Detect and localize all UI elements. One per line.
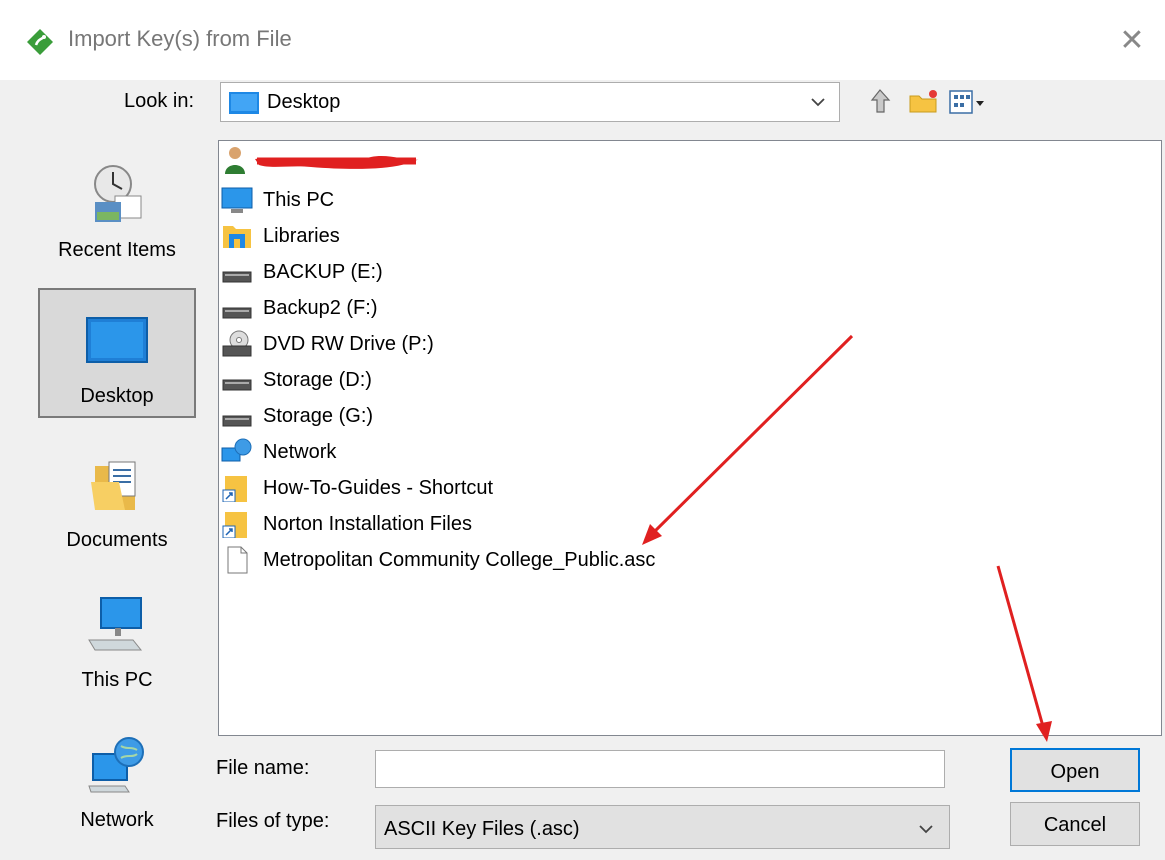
place-network[interactable]: Network: [38, 710, 196, 840]
place-documents[interactable]: Documents: [38, 430, 196, 560]
view-menu-icon[interactable]: [946, 84, 988, 120]
drive-icon: [222, 379, 252, 391]
list-item[interactable]: BACKUP (E:): [221, 255, 521, 289]
list-item-name: Metropolitan Community College_Public.as…: [263, 549, 656, 571]
place-label: This PC: [81, 669, 153, 691]
chevron-down-icon: [811, 98, 825, 107]
window-title: Import Key(s) from File: [68, 26, 292, 51]
list-item-name: This PC: [263, 189, 335, 211]
list-item-name: Storage (D:): [263, 369, 372, 391]
place-label: Recent Items: [58, 239, 176, 261]
recent-items-icon: [94, 165, 142, 222]
place-label: Documents: [66, 529, 168, 551]
list-item[interactable]: This PC: [221, 183, 521, 217]
file-name-label: File name:: [216, 757, 310, 779]
close-button[interactable]: ✕: [1113, 22, 1151, 60]
folder-shortcut-icon: [222, 512, 247, 538]
desktop-small-icon: [229, 92, 259, 114]
place-desktop[interactable]: Desktop: [38, 288, 196, 418]
list-item-name: How-To-Guides - Shortcut: [263, 477, 494, 499]
monitor-icon: [221, 187, 253, 213]
import-key-dialog: Import Key(s) from File ✕ Look in: Deskt…: [0, 0, 1165, 860]
libraries-icon: [223, 226, 251, 248]
list-item[interactable]: DVD RW Drive (P:): [221, 327, 521, 361]
this-pc-icon: [88, 597, 143, 651]
cancel-button[interactable]: Cancel: [1010, 802, 1140, 846]
list-item[interactable]: Backup2 (F:): [221, 291, 521, 325]
drive-icon: [222, 307, 252, 319]
list-item[interactable]: Metropolitan Community College_Public.as…: [221, 543, 781, 577]
place-label: Network: [80, 809, 154, 831]
dvd-drive-icon: [222, 330, 252, 357]
list-item-name: Storage (G:): [263, 405, 374, 427]
place-label: Desktop: [80, 385, 154, 407]
look-in-combobox[interactable]: Desktop: [220, 82, 840, 122]
file-name-input[interactable]: [375, 750, 945, 788]
list-item[interactable]: Libraries: [221, 219, 521, 253]
place-recent-items[interactable]: Recent Items: [38, 140, 196, 270]
files-of-type-combobox[interactable]: ASCII Key Files (.asc): [375, 805, 950, 849]
list-item-name: BACKUP (E:): [263, 261, 383, 283]
places-bar: Recent Items Desktop Documents This PC N…: [24, 140, 210, 845]
list-item[interactable]: Norton Installation Files: [221, 507, 621, 541]
new-folder-icon[interactable]: [906, 84, 942, 120]
look-in-value: Desktop: [267, 91, 341, 113]
network-icon: [88, 737, 144, 793]
drive-icon: [222, 415, 252, 427]
list-item[interactable]: Network: [221, 435, 521, 469]
list-item[interactable]: How-To-Guides - Shortcut: [221, 471, 621, 505]
app-icon: [27, 29, 53, 55]
redaction-mark: [255, 156, 419, 169]
look-in-label: Look in:: [124, 90, 195, 112]
list-item-name: Libraries: [263, 225, 340, 247]
files-of-type-label: Files of type:: [216, 810, 330, 832]
list-item[interactable]: [221, 143, 521, 177]
documents-icon: [91, 461, 136, 510]
list-item-name: Network: [263, 441, 337, 463]
folder-shortcut-icon: [222, 476, 247, 502]
up-one-level-icon[interactable]: [862, 84, 898, 120]
list-item[interactable]: Storage (D:): [221, 363, 521, 397]
file-list[interactable]: This PC Libraries BACKUP (E:) Backup2 (F…: [218, 140, 1162, 736]
list-item-name: Backup2 (F:): [263, 297, 378, 319]
list-item[interactable]: Storage (G:): [221, 399, 521, 433]
drive-icon: [222, 271, 252, 283]
file-icon: [227, 546, 248, 574]
chevron-down-icon: [919, 825, 933, 834]
list-item-name: DVD RW Drive (P:): [263, 333, 434, 355]
open-button[interactable]: Open: [1010, 748, 1140, 792]
user-icon: [225, 147, 245, 174]
title-bar: Import Key(s) from File ✕: [0, 0, 1165, 80]
list-item-name: Norton Installation Files: [263, 513, 472, 535]
place-this-pc[interactable]: This PC: [38, 570, 196, 700]
files-of-type-value: ASCII Key Files (.asc): [384, 818, 580, 840]
network-icon: [221, 438, 252, 462]
desktop-icon: [86, 317, 148, 363]
